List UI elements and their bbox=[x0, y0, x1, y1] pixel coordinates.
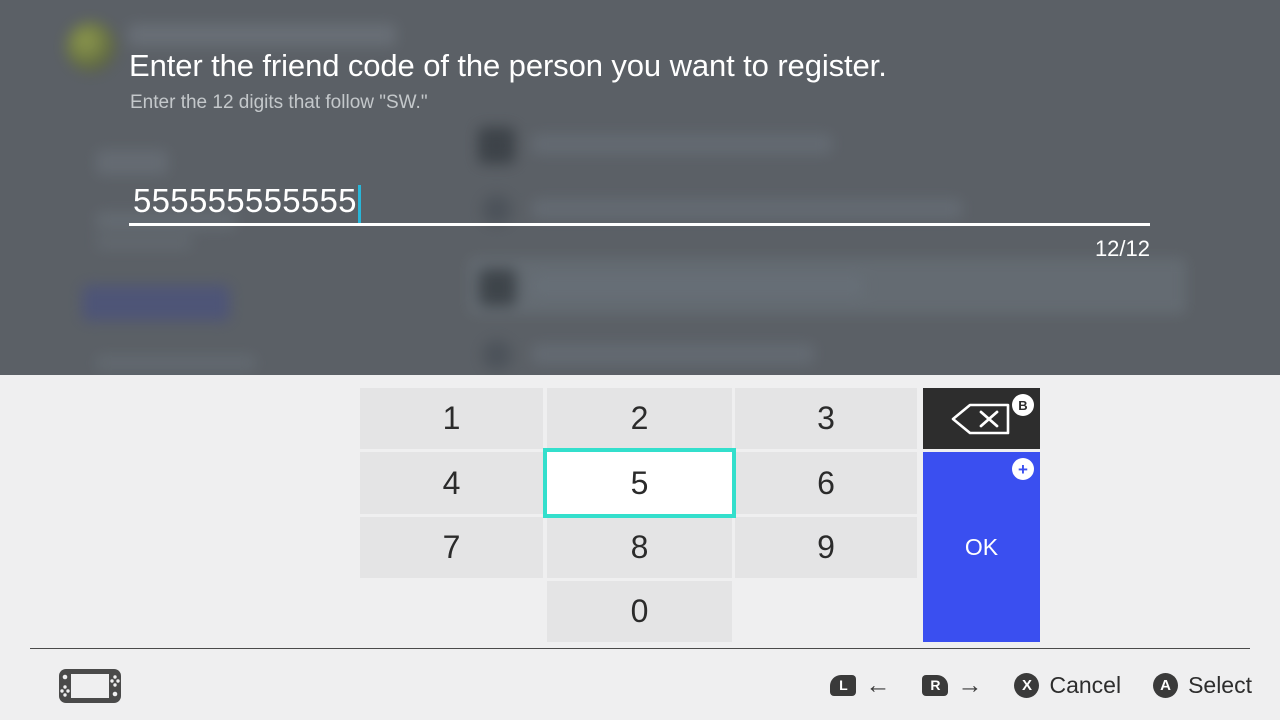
switch-console-icon[interactable] bbox=[58, 668, 122, 704]
hint-l-prev[interactable]: L ← bbox=[830, 670, 891, 699]
plus-button-badge: + bbox=[1012, 458, 1034, 480]
friend-code-value: 555555555555 bbox=[133, 182, 357, 219]
hint-bar-divider bbox=[30, 648, 1250, 649]
key-6[interactable]: 6 bbox=[735, 452, 917, 514]
numeric-keypad: 1 2 3 4 5 6 7 8 9 0 B OK + bbox=[360, 388, 1040, 653]
key-4[interactable]: 4 bbox=[360, 452, 543, 514]
character-counter: 12/12 bbox=[1094, 236, 1150, 261]
text-caret bbox=[358, 185, 361, 223]
hint-r-next[interactable]: R → bbox=[922, 670, 983, 699]
page-title: Enter the friend code of the person you … bbox=[129, 48, 887, 83]
a-button-icon: A bbox=[1153, 672, 1179, 698]
friend-code-input[interactable]: 555555555555 bbox=[129, 182, 1150, 226]
page-subtitle: Enter the 12 digits that follow "SW." bbox=[130, 92, 428, 113]
arrow-right-icon: → bbox=[957, 670, 983, 699]
prompt-overlay: Enter the friend code of the person you … bbox=[0, 0, 1280, 375]
hint-a-select[interactable]: A Select bbox=[1153, 672, 1252, 699]
ok-key-label: OK bbox=[964, 533, 999, 560]
key-3[interactable]: 3 bbox=[735, 388, 917, 449]
hint-a-label: Select bbox=[1188, 671, 1252, 698]
x-button-icon: X bbox=[1014, 672, 1040, 698]
hint-x-label: Cancel bbox=[1049, 671, 1122, 698]
key-0[interactable]: 0 bbox=[547, 581, 732, 642]
l-button-icon: L bbox=[830, 674, 857, 696]
backspace-icon bbox=[950, 402, 1012, 441]
key-1[interactable]: 1 bbox=[360, 388, 543, 449]
backspace-key[interactable]: B bbox=[923, 388, 1040, 449]
r-button-icon: R bbox=[922, 674, 949, 696]
key-9[interactable]: 9 bbox=[735, 517, 917, 578]
ok-key[interactable]: OK + bbox=[923, 452, 1040, 642]
switch-friend-code-keyboard-screen: Enter the friend code of the person you … bbox=[0, 0, 1280, 720]
onscreen-keyboard-panel: 1 2 3 4 5 6 7 8 9 0 B OK + L ← R → X Can… bbox=[0, 375, 1280, 720]
key-5[interactable]: 5 bbox=[543, 448, 736, 518]
key-8[interactable]: 8 bbox=[547, 517, 732, 578]
b-button-badge: B bbox=[1012, 394, 1034, 416]
arrow-left-icon: ← bbox=[865, 670, 891, 699]
hint-x-cancel[interactable]: X Cancel bbox=[1014, 672, 1121, 699]
button-hint-bar: L ← R → X Cancel A Select bbox=[798, 665, 1252, 705]
key-2[interactable]: 2 bbox=[547, 388, 732, 449]
key-7[interactable]: 7 bbox=[360, 517, 543, 578]
